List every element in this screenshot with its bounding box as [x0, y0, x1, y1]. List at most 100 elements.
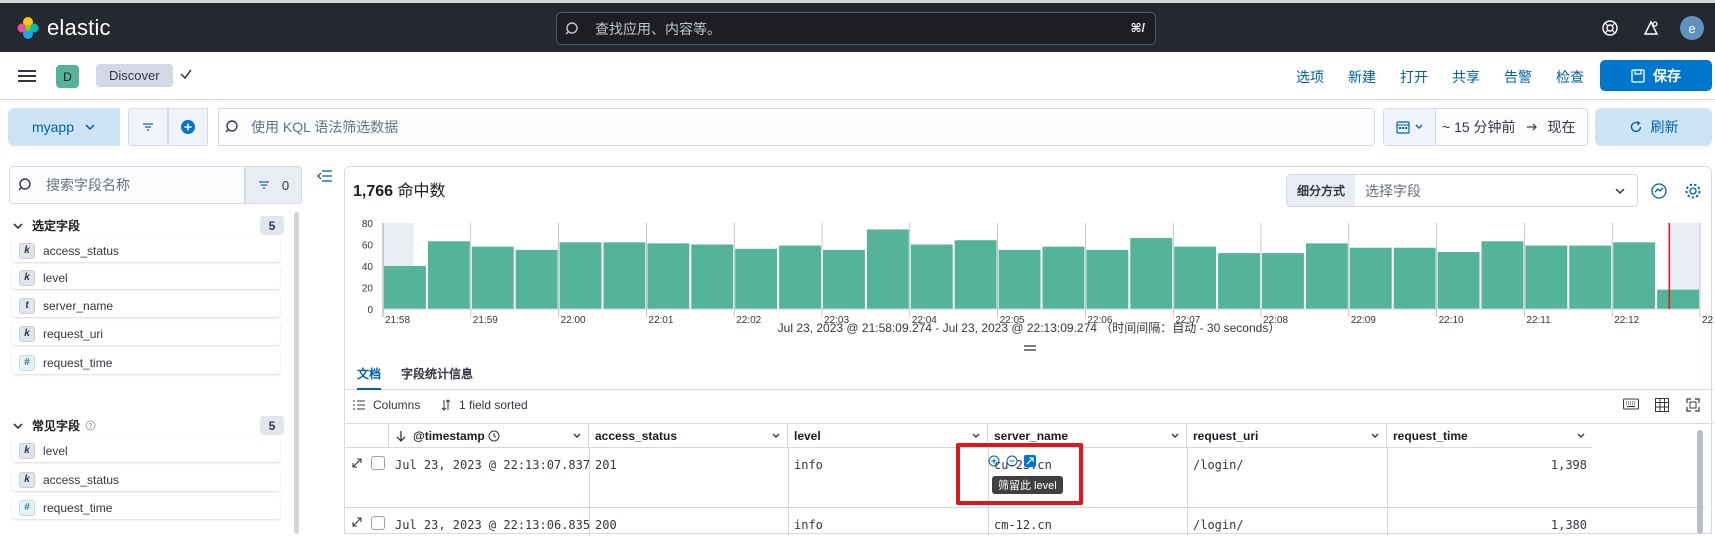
histogram-bar[interactable] [559, 242, 602, 309]
keyboard-icon[interactable] [1623, 398, 1639, 410]
kql-query-input[interactable]: 使用 KQL 语法筛选数据 [218, 108, 1375, 146]
refresh-button[interactable]: 刷新 [1595, 108, 1712, 146]
expand-row-icon[interactable] [351, 457, 363, 469]
histogram-bar[interactable] [647, 243, 690, 309]
cell-level[interactable]: info [788, 458, 823, 472]
date-start[interactable]: ~ 15 分钟前 [1442, 117, 1516, 137]
cell-access-status[interactable]: 200 [589, 518, 617, 532]
newsfeed-icon[interactable] [1640, 17, 1662, 39]
filter-menu-button[interactable] [128, 108, 168, 146]
date-end[interactable]: 现在 [1548, 117, 1576, 137]
collapse-sidebar-icon[interactable] [317, 169, 333, 183]
data-view-picker[interactable]: myapp [8, 108, 120, 146]
histogram-bar[interactable] [1481, 241, 1524, 309]
histogram-bar[interactable] [1569, 245, 1612, 309]
histogram-bar[interactable] [779, 245, 821, 309]
histogram-bar[interactable] [1218, 253, 1260, 309]
histogram-bar[interactable] [471, 246, 514, 309]
sidebar-scrollbar[interactable] [294, 212, 299, 534]
cell-level[interactable]: info [788, 518, 823, 532]
space-avatar[interactable]: D [56, 65, 79, 88]
elastic-logo[interactable]: elastic [16, 15, 111, 41]
histogram-bar[interactable] [1042, 246, 1085, 309]
column-header-request-uri[interactable]: request_uri [1187, 424, 1387, 448]
cell-request-uri[interactable]: /login/ [1187, 458, 1244, 472]
histogram-bar[interactable] [1657, 289, 1699, 309]
open-link[interactable]: 打开 [1400, 67, 1428, 87]
help-icon[interactable] [1599, 17, 1621, 39]
sort-descending-icon[interactable] [395, 430, 407, 442]
histogram-bar[interactable] [515, 249, 558, 309]
chevron-down-icon[interactable] [1576, 431, 1586, 441]
histogram-bar[interactable] [1305, 243, 1348, 309]
cell-timestamp[interactable]: Jul 23, 2023 @ 22:13:06.835 [389, 518, 590, 532]
new-link[interactable]: 新建 [1348, 67, 1376, 87]
fullscreen-icon[interactable] [1686, 398, 1700, 412]
user-avatar[interactable]: e [1680, 16, 1704, 40]
column-header-timestamp[interactable]: @timestamp [389, 424, 589, 448]
save-button[interactable]: 保存 [1600, 60, 1712, 91]
breakdown-selector[interactable]: 细分方式 选择字段 [1286, 174, 1638, 207]
chevron-down-icon[interactable] [1370, 431, 1380, 441]
histogram-bar[interactable] [691, 244, 734, 310]
menu-toggle-button[interactable] [18, 67, 38, 85]
expand-row-icon[interactable] [351, 516, 363, 528]
grid-scrollbar[interactable] [1697, 430, 1703, 534]
field-search-input[interactable]: 搜索字段名称 [9, 166, 245, 204]
histogram-bar[interactable] [1349, 247, 1392, 309]
chevron-down-icon[interactable] [771, 431, 781, 441]
selected-fields-header[interactable]: 选定字段 [12, 217, 80, 234]
histogram-bar[interactable] [1437, 252, 1480, 309]
date-picker[interactable]: ~ 15 分钟前 现在 [1383, 108, 1588, 146]
histogram-bar[interactable] [1262, 253, 1304, 309]
histogram-bar[interactable] [910, 244, 953, 310]
breadcrumb-discover[interactable]: Discover [96, 64, 173, 87]
histogram-bar[interactable] [1613, 242, 1656, 309]
histogram-bar[interactable] [998, 249, 1041, 309]
field-item[interactable]: k level [12, 439, 280, 462]
inspect-link[interactable]: 检查 [1556, 67, 1584, 87]
histogram-bar[interactable] [1393, 247, 1436, 309]
histogram-bar[interactable] [954, 240, 997, 309]
popular-fields-header[interactable]: 常见字段 ? [12, 417, 96, 434]
field-item[interactable]: k access_status [12, 239, 280, 262]
row-checkbox[interactable] [371, 516, 385, 530]
options-link[interactable]: 选项 [1296, 67, 1324, 87]
visualize-icon[interactable] [1650, 182, 1668, 200]
histogram-bar[interactable] [866, 229, 909, 309]
row-checkbox[interactable] [371, 456, 385, 470]
tab-field-statistics[interactable]: 字段统计信息 [401, 365, 473, 382]
columns-button[interactable]: Columns [353, 398, 420, 412]
field-item[interactable]: # request_time [12, 351, 280, 374]
chevron-down-icon[interactable] [572, 431, 582, 441]
field-type-filter-button[interactable]: 0 [245, 166, 302, 204]
field-item[interactable]: k level [12, 266, 280, 289]
tab-documents[interactable]: 文档 [357, 365, 382, 390]
field-item[interactable]: t server_name [12, 294, 280, 317]
info-icon[interactable]: ? [85, 420, 96, 431]
table-density-icon[interactable] [1655, 398, 1669, 412]
field-item[interactable]: # request_time [12, 496, 280, 519]
histogram-bar[interactable] [384, 266, 426, 309]
histogram-bar[interactable] [735, 248, 778, 309]
alerts-link[interactable]: 告警 [1504, 67, 1532, 87]
cell-access-status[interactable]: 201 [589, 458, 617, 472]
cell-server-name[interactable]: cm-12.cn [988, 518, 1052, 532]
chevron-down-icon[interactable] [1170, 431, 1180, 441]
field-item[interactable]: k access_status [12, 468, 280, 491]
gear-icon[interactable] [1684, 182, 1702, 200]
sort-fields-button[interactable]: 1 field sorted [441, 398, 528, 412]
cell-request-time[interactable]: 1,380 [1387, 518, 1587, 532]
histogram-bar[interactable] [1086, 249, 1129, 309]
column-header-request-time[interactable]: request_time [1387, 424, 1592, 448]
histogram-bar[interactable] [1525, 245, 1568, 309]
cell-request-uri[interactable]: /login/ [1187, 518, 1244, 532]
histogram-bar[interactable] [427, 241, 470, 309]
histogram-bar[interactable] [1174, 246, 1217, 309]
histogram-chart[interactable]: 80604020021:58 21:59 22:00 22:01 22:02 22:03 2… [345, 215, 1713, 325]
add-filter-button[interactable] [168, 108, 208, 146]
histogram-bar[interactable] [1130, 238, 1173, 309]
cell-request-time[interactable]: 1,398 [1387, 458, 1587, 472]
histogram-bar[interactable] [823, 249, 865, 309]
chevron-down-icon[interactable] [971, 431, 981, 441]
